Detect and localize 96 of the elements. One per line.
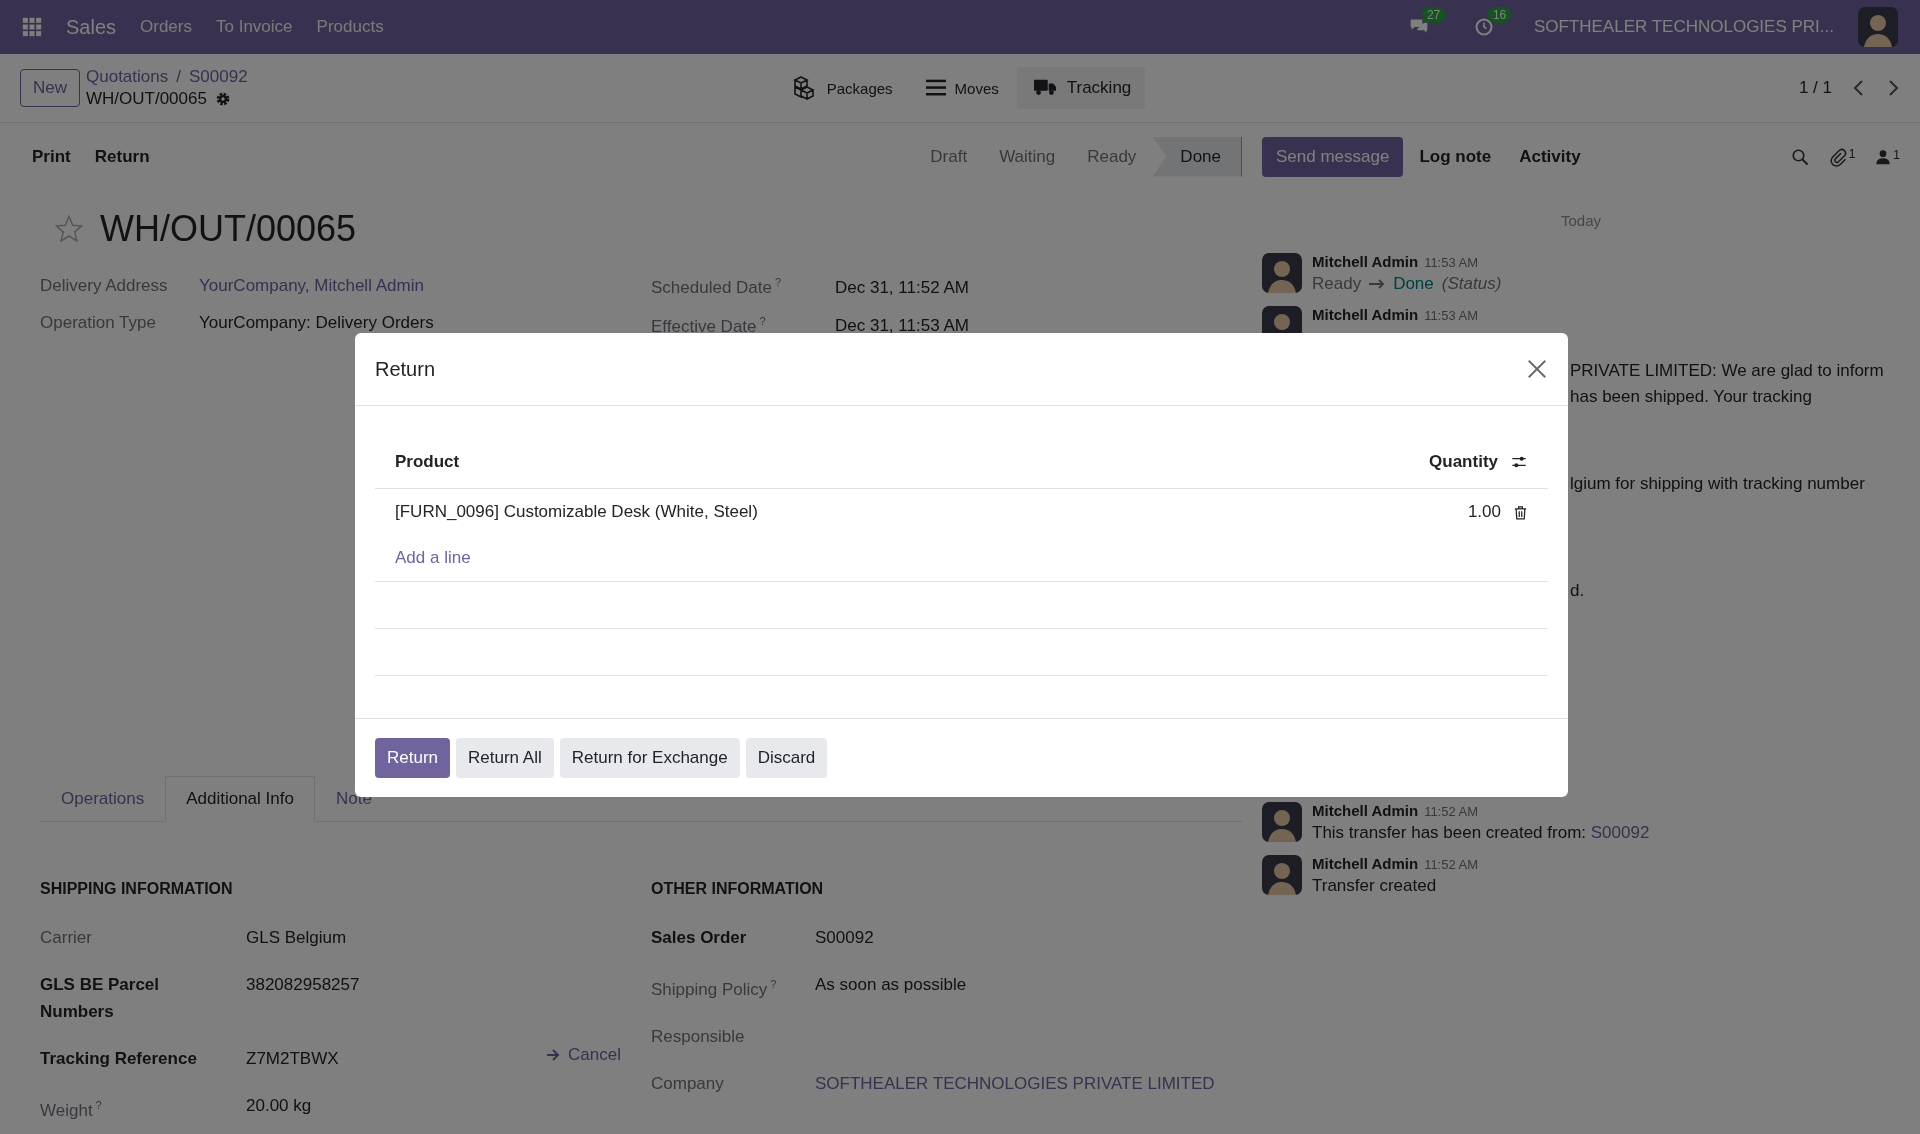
dialog-title: Return xyxy=(375,357,436,381)
new-value: Done xyxy=(1393,274,1434,294)
status-stage[interactable]: Draft xyxy=(914,136,984,177)
follower-count: 1 xyxy=(1893,147,1900,162)
avatar xyxy=(1262,253,1302,293)
avatar xyxy=(1262,802,1302,842)
field-value[interactable]: YourCompany, Mitchell Admin xyxy=(199,276,424,296)
person-icon xyxy=(1875,147,1892,166)
field-value: 382082958257 xyxy=(246,974,360,997)
star-icon xyxy=(54,214,84,244)
pager: 1 / 1 xyxy=(1798,78,1832,98)
clock-icon xyxy=(1473,17,1494,37)
menu-item[interactable]: Orders xyxy=(140,17,192,37)
dialog-button[interactable]: Return for Exchange xyxy=(559,738,740,778)
cancel-link[interactable]: Cancel xyxy=(546,1045,621,1066)
record-link[interactable]: S00092 xyxy=(1590,823,1650,842)
message-text: This transfer has been created from: S00092 xyxy=(1312,823,1650,843)
field-value: As soon as possible xyxy=(815,974,967,997)
field-label: Shipping Policy $^{?}$ xyxy=(651,977,778,1001)
field-label: Delivery Address xyxy=(40,276,169,296)
message-time: 11:52 AM xyxy=(1424,804,1479,819)
field-value[interactable]: SOFTHEALER TECHNOLOGIES PRIVATE LIMITED xyxy=(815,1069,1215,1097)
activity-count: 16 xyxy=(1487,7,1512,23)
breadcrumb[interactable]: S00092 xyxy=(189,67,248,87)
message-text: lgium for shipping with tracking number xyxy=(1570,473,1866,495)
company-name[interactable]: SOFTHEALER TECHNOLOGIES PRI... xyxy=(1533,17,1834,37)
tab[interactable]: Operations xyxy=(40,776,166,823)
dialog-button[interactable]: Return All xyxy=(456,738,554,778)
date-separator: Today xyxy=(1560,212,1602,229)
field-value: S00092 xyxy=(815,927,874,950)
paperclip-icon xyxy=(1828,146,1847,167)
action-button[interactable]: Print xyxy=(20,138,83,175)
chatter-button[interactable]: Log note xyxy=(1407,138,1504,175)
field-label: Operation Type xyxy=(40,313,157,333)
app-name[interactable]: Sales xyxy=(66,15,117,39)
field-label: Carrier xyxy=(40,927,93,950)
message-time: 11:53 AM xyxy=(1424,308,1479,323)
field-label: Weight $^{?}$ xyxy=(40,1098,103,1122)
message-time: 11:53 AM xyxy=(1424,255,1479,270)
breadcrumb[interactable]: Quotations xyxy=(86,67,169,87)
field-label: Scheduled Date $^{?}$ xyxy=(651,276,783,298)
field-label: Sales Order xyxy=(651,927,748,950)
arrow-right-icon xyxy=(546,1048,561,1063)
field-label: Responsible xyxy=(651,1025,746,1048)
column-header: Quantity xyxy=(1429,452,1498,472)
message-count: 27 xyxy=(1421,7,1446,23)
tab[interactable]: Additional Info xyxy=(165,776,315,823)
section-heading: OTHER INFORMATION xyxy=(651,880,825,899)
breadcrumb-separator: / xyxy=(176,67,181,87)
message-text: has been shipped. Your tracking xyxy=(1570,386,1813,408)
section-heading: SHIPPING INFORMATION xyxy=(40,880,234,899)
action-button[interactable]: Return xyxy=(82,138,162,175)
old-value: Ready xyxy=(1312,274,1362,294)
list-icon xyxy=(924,78,947,98)
apps-icon xyxy=(22,17,42,37)
field-value: GLS Belgium xyxy=(246,927,347,950)
message-time: 11:52 AM xyxy=(1424,857,1479,872)
status-stage[interactable]: Ready xyxy=(1071,136,1153,177)
message-text: Transfer created xyxy=(1312,876,1437,896)
table-cell: 1.00 xyxy=(1467,502,1501,522)
chatter-button[interactable]: Send message xyxy=(1262,136,1404,177)
status-stage[interactable]: Waiting xyxy=(983,136,1072,177)
field-label: Company xyxy=(651,1072,725,1095)
field-value: Z7M2TBWX xyxy=(246,1048,339,1071)
author-name: Mitchell Admin xyxy=(1312,855,1419,872)
field-label: Tracking Reference xyxy=(40,1048,198,1071)
record-title: WH/OUT/00065 xyxy=(100,208,357,250)
column-header: Product xyxy=(395,452,460,472)
menu-item[interactable]: To Invoice xyxy=(216,17,293,37)
smart-button[interactable]: Tracking xyxy=(1016,67,1146,109)
dialog-button[interactable]: Discard xyxy=(745,738,828,778)
message-text: PRIVATE LIMITED: We are glad to inform xyxy=(1570,360,1885,382)
author-name: Mitchell Admin xyxy=(1312,253,1419,270)
gear-icon xyxy=(214,91,231,107)
author-name: Mitchell Admin xyxy=(1312,306,1419,323)
dialog-button[interactable]: Return xyxy=(375,738,451,778)
message-text: d. xyxy=(1570,580,1586,602)
menu-item[interactable]: Products xyxy=(316,17,384,37)
attachment-count: 1 xyxy=(1848,146,1856,161)
field-value: YourCompany: Delivery Orders xyxy=(199,313,434,333)
record-name: WH/OUT/00065 xyxy=(86,89,207,109)
author-name: Mitchell Admin xyxy=(1312,802,1419,819)
table-cell: [FURN_0096] Customizable Desk (White, Steel) xyxy=(395,502,758,522)
arrow-right-icon xyxy=(1369,279,1386,289)
field-name: (Status) xyxy=(1441,274,1502,294)
field-value: 20.00 kg xyxy=(246,1095,312,1118)
field-value: Dec 31, 11:52 AM xyxy=(835,277,969,298)
add-line-link[interactable]: Add a line xyxy=(395,548,471,568)
new-button[interactable]: New xyxy=(20,69,80,107)
status-stage[interactable]: Done xyxy=(1152,136,1242,177)
user-avatar xyxy=(1858,7,1898,47)
chatter-button[interactable]: Activity xyxy=(1507,138,1593,175)
avatar xyxy=(1262,855,1302,895)
field-value: Dec 31, 11:53 AM xyxy=(835,316,969,337)
field-label: Effective Date $^{?}$ xyxy=(651,314,767,337)
field-label: GLS BE Parcel Numbers xyxy=(40,974,161,1024)
